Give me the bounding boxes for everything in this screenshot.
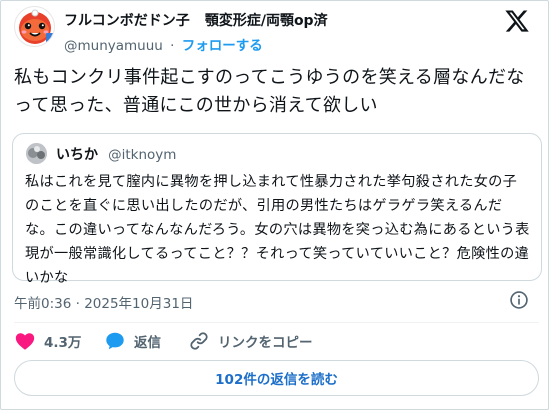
quoted-display-name[interactable]: いちか: [56, 147, 98, 163]
info-icon[interactable]: [509, 290, 529, 310]
handle-separator: ·: [170, 38, 175, 54]
quoted-text: 私はこれを見て膣内に異物を押し込まれて性暴力された挙句殺された女の子のことを直ぐ…: [25, 174, 530, 286]
quoted-avatar-image-icon: [26, 143, 47, 164]
like-button[interactable]: 4.3万: [14, 329, 81, 353]
follow-button[interactable]: フォローする: [182, 38, 263, 54]
author-name-row: フルコンボだドン子 顎変形症/両顎op済: [64, 10, 328, 30]
author-handle[interactable]: @munyamuuu: [64, 38, 163, 54]
author-display-name[interactable]: フルコンボだドン子: [64, 13, 190, 29]
read-replies-button[interactable]: 102件の返信を読む: [14, 360, 539, 396]
author-handle-row: @munyamuuu · フォローする: [64, 34, 263, 54]
reply-button[interactable]: 返信: [104, 329, 161, 353]
taiko-drum-avatar-icon: [19, 9, 54, 44]
action-divider: [14, 322, 539, 323]
heart-icon: [15, 333, 35, 350]
reply-label: 返信: [134, 335, 161, 351]
author-avatar[interactable]: [14, 6, 55, 47]
tweet-embed-card: フルコンボだドン子 顎変形症/両顎op済 @munyamuuu · フォローする…: [0, 0, 549, 410]
tweet-timestamp[interactable]: 午前0:36 · 2025年10月31日: [14, 292, 193, 312]
action-bar: 4.3万 返信 リンクをコピー: [14, 329, 539, 353]
author-name-suffix[interactable]: 顎変形症/両顎op済: [205, 13, 328, 29]
quoted-author-avatar[interactable]: [26, 143, 47, 164]
copy-link-button[interactable]: リンクをコピー: [188, 329, 313, 353]
speech-bubble-icon: [106, 332, 124, 350]
copy-link-label: リンクをコピー: [218, 335, 313, 351]
x-logo-icon[interactable]: [504, 8, 530, 34]
quoted-handle[interactable]: @itknoym: [108, 147, 176, 163]
quoted-name-row: いちか @itknoym: [56, 144, 176, 164]
quoted-tweet[interactable]: いちか @itknoym 私はこれを見て膣内に異物を押し込まれて性暴力された挙句…: [12, 133, 542, 286]
like-count: 4.3万: [44, 335, 82, 351]
tweet-text: 私もコンクリ事件起こすのってこうゆうのを笑える層なんだなって思った、普通にこの世…: [14, 67, 525, 116]
link-icon: [190, 332, 208, 350]
